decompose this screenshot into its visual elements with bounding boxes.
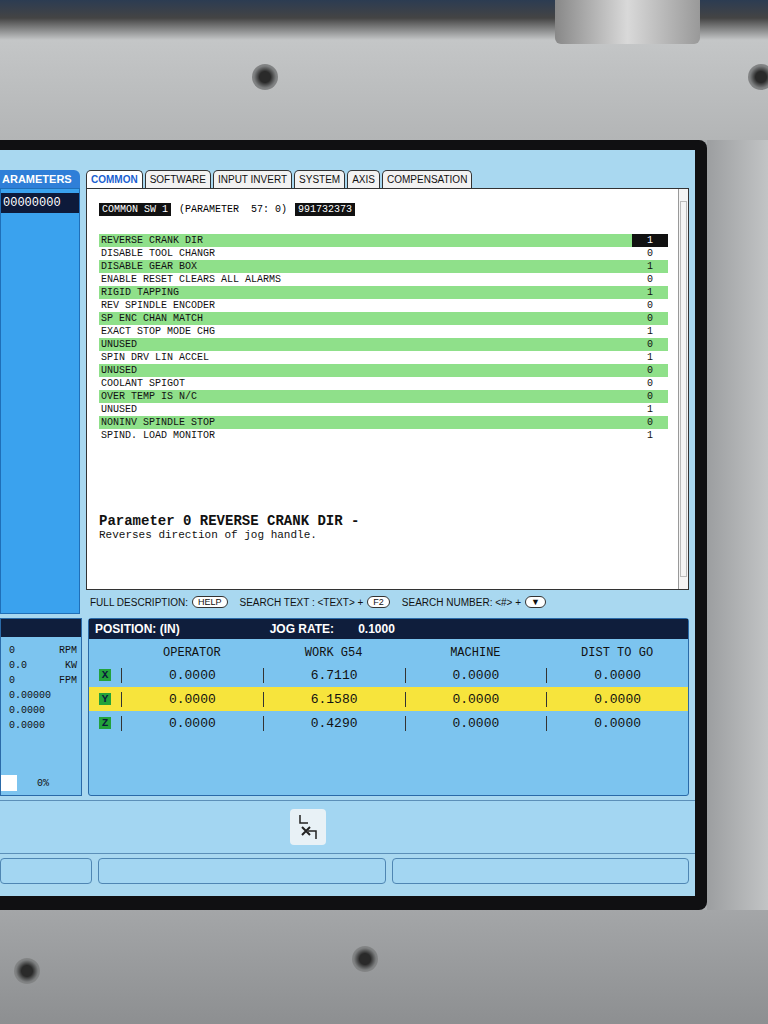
help-bar: FULL DESCRIPTION:HELPSEARCH TEXT : <TEXT… xyxy=(86,590,689,614)
key-button[interactable]: ▼ xyxy=(525,596,546,608)
parameter-row[interactable]: EXACT STOP MODE CHG1 xyxy=(99,325,668,338)
parameter-row[interactable]: DISABLE TOOL CHANGR0 xyxy=(99,247,668,260)
right-bezel xyxy=(707,140,768,910)
parameter-value: 00000000 xyxy=(1,193,79,213)
parameter-value: 991732373 xyxy=(295,203,355,216)
parameter-row[interactable]: COOLANT SPIGOT0 xyxy=(99,377,668,390)
softkey-strip xyxy=(0,800,695,854)
control-panel: ARAMETERS 00000000 COMMONSOFTWAREINPUT INV… xyxy=(0,0,768,1024)
screen: ARAMETERS 00000000 COMMONSOFTWAREINPUT INV… xyxy=(0,150,695,896)
parameter-row[interactable]: REV SPINDLE ENCODER0 xyxy=(99,299,668,312)
parameters-tab[interactable]: ARAMETERS xyxy=(0,170,80,188)
tab[interactable]: COMMON xyxy=(86,170,143,188)
scrollbar[interactable] xyxy=(678,189,688,589)
axis-label: Z xyxy=(99,717,112,729)
parameter-row[interactable]: UNUSED1 xyxy=(99,403,668,416)
parameter-row[interactable]: NONINV SPINDLE STOP0 xyxy=(99,416,668,429)
axis-label: Y xyxy=(99,693,112,705)
spindle-readout-panel: 0RPM0.0KW0FPM0.000000.00000.00000% xyxy=(0,618,82,796)
column-header: WORK G54 xyxy=(263,646,405,660)
axis-row[interactable]: Z0.00000.42900.00000.0000 xyxy=(89,711,688,735)
parameter-row[interactable]: OVER TEMP IS N/C0 xyxy=(99,390,668,403)
work-offset-icon[interactable] xyxy=(290,809,326,845)
parameter-row[interactable]: SP ENC CHAN MATCH0 xyxy=(99,312,668,325)
readout: 0FPM xyxy=(9,673,77,688)
screw-icon xyxy=(252,64,278,90)
key-button[interactable]: HELP xyxy=(192,596,228,608)
readout: 0.0000 xyxy=(9,703,77,718)
softkey-tab[interactable] xyxy=(392,858,689,884)
softkey-tab[interactable] xyxy=(98,858,386,884)
parameter-list-panel: 00000000 xyxy=(0,188,80,614)
axis-label: X xyxy=(99,669,112,681)
column-header: OPERATOR xyxy=(121,646,263,660)
pipe-icon xyxy=(555,0,700,44)
parameter-header: COMMON SW 1 (PARAMETER 57: 0) 991732373 xyxy=(99,203,668,216)
parameter-row[interactable]: REVERSE CRANK DIR1 xyxy=(99,234,668,247)
top-bezel xyxy=(0,0,768,140)
column-header: MACHINE xyxy=(405,646,547,660)
tab[interactable]: INPUT INVERT xyxy=(213,170,292,188)
parameter-description: Parameter 0 REVERSE CRANK DIR -Reverses … xyxy=(99,513,668,581)
parameter-panel: COMMON SW 1 (PARAMETER 57: 0) 991732373 REV… xyxy=(86,188,689,590)
screw-icon xyxy=(14,958,40,984)
parameter-row[interactable]: SPIN DRV LIN ACCEL1 xyxy=(99,351,668,364)
tab[interactable]: COMPENSATION xyxy=(382,170,472,188)
parameter-name: COMMON SW 1 xyxy=(99,203,171,216)
readout: 0RPM xyxy=(9,643,77,658)
tab-bar: COMMONSOFTWAREINPUT INVERTSYSTEMAXISCOMP… xyxy=(86,170,689,188)
parameter-row[interactable]: ENABLE RESET CLEARS ALL ALARMS0 xyxy=(99,273,668,286)
readout: 0.0KW xyxy=(9,658,77,673)
parameter-row[interactable]: UNUSED0 xyxy=(99,338,668,351)
load-bar xyxy=(1,775,17,791)
screw-icon xyxy=(352,946,378,972)
tab[interactable]: AXIS xyxy=(347,170,380,188)
parameter-row[interactable]: DISABLE GEAR BOX1 xyxy=(99,260,668,273)
parameter-row[interactable]: RIGID TAPPING1 xyxy=(99,286,668,299)
readout: 0.0000 xyxy=(9,718,77,733)
axis-row[interactable]: Y0.00006.15800.00000.0000 xyxy=(89,687,688,711)
bottom-bezel xyxy=(0,910,768,1024)
softkey-tab[interactable] xyxy=(0,858,92,884)
tab[interactable]: SYSTEM xyxy=(294,170,345,188)
parameter-list: REVERSE CRANK DIR1DISABLE TOOL CHANGR0DI… xyxy=(99,234,668,442)
screw-icon xyxy=(748,64,768,90)
position-panel: POSITION: (IN)JOG RATE:0.1000OPERATORWOR… xyxy=(88,618,689,796)
readout: 0.00000 xyxy=(9,688,77,703)
column-header: DIST TO GO xyxy=(546,646,688,660)
parameter-row[interactable]: SPIND. LOAD MONITOR1 xyxy=(99,429,668,442)
axis-row[interactable]: X0.00006.71100.00000.0000 xyxy=(89,663,688,687)
tab[interactable]: SOFTWARE xyxy=(145,170,211,188)
parameter-row[interactable]: UNUSED0 xyxy=(99,364,668,377)
screen-frame: ARAMETERS 00000000 COMMONSOFTWAREINPUT INV… xyxy=(0,140,707,910)
key-button[interactable]: F2 xyxy=(367,596,390,608)
parameter-number: (PARAMETER 57: 0) xyxy=(179,204,287,215)
